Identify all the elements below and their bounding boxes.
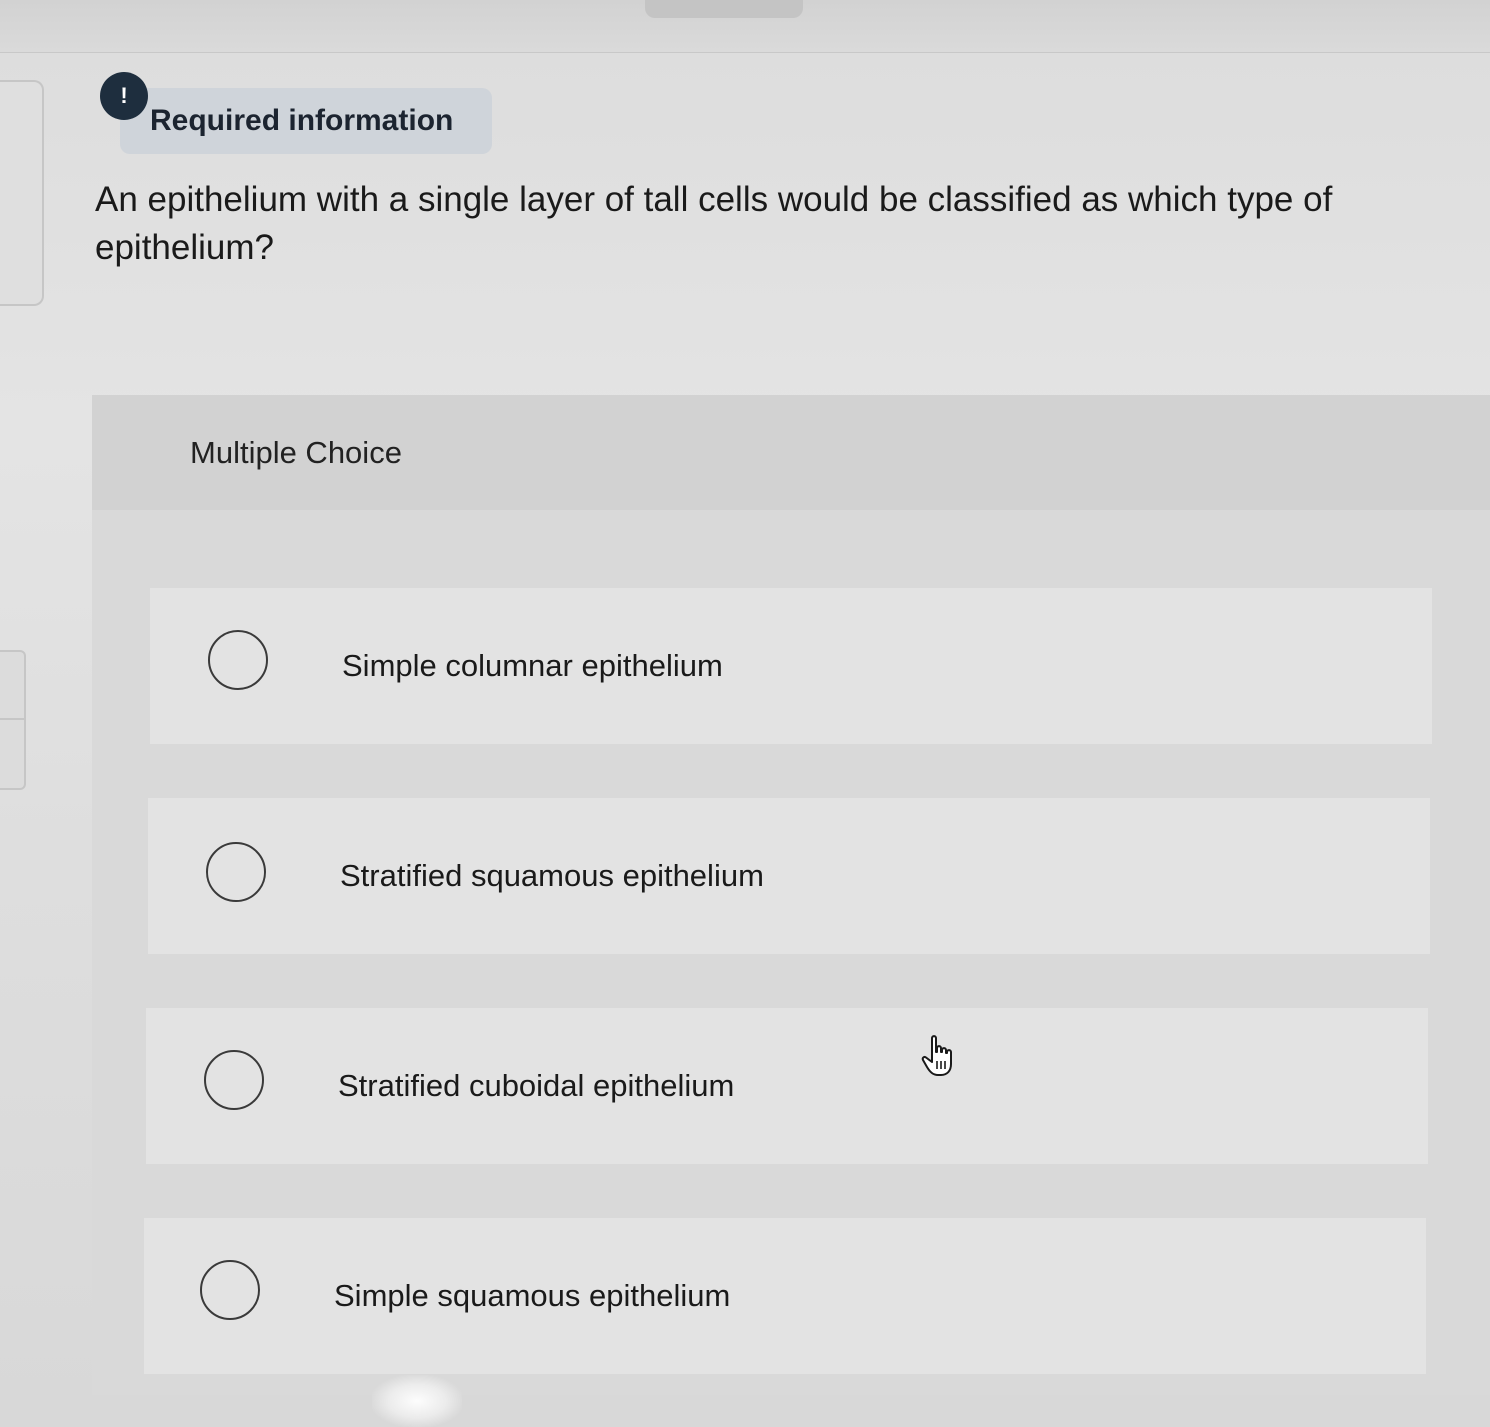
radio-button[interactable] <box>208 630 268 690</box>
radio-button[interactable] <box>204 1050 264 1110</box>
answer-option-label: Simple columnar epithelium <box>342 648 723 683</box>
answer-option-label: Simple squamous epithelium <box>334 1278 731 1313</box>
answer-option-2[interactable]: Stratified squamous epithelium <box>148 798 1430 954</box>
question-text: An epithelium with a single layer of tal… <box>95 180 1333 267</box>
radio-button[interactable] <box>200 1260 260 1320</box>
answer-option-4[interactable]: Simple squamous epithelium <box>144 1218 1426 1374</box>
radio-button[interactable] <box>206 842 266 902</box>
left-side-panel-edge <box>0 80 44 306</box>
left-side-controls-edge[interactable] <box>0 650 26 790</box>
answer-option-1[interactable]: Simple columnar epithelium <box>150 588 1432 744</box>
required-information-label: Required information <box>150 104 454 137</box>
hand-pointer-icon <box>921 1035 952 1076</box>
answer-option-3[interactable]: Stratified cuboidal epithelium <box>146 1008 1428 1164</box>
exclamation-icon: ! <box>100 72 148 120</box>
multiple-choice-header: Multiple Choice <box>92 395 1490 510</box>
header-tab[interactable] <box>645 0 803 18</box>
screen-glare <box>372 1375 462 1427</box>
answer-option-label: Stratified squamous epithelium <box>340 858 764 893</box>
multiple-choice-title: Multiple Choice <box>190 435 402 470</box>
top-header-bar <box>0 0 1490 53</box>
left-side-divider <box>0 718 24 720</box>
answer-option-label: Stratified cuboidal epithelium <box>338 1068 735 1103</box>
